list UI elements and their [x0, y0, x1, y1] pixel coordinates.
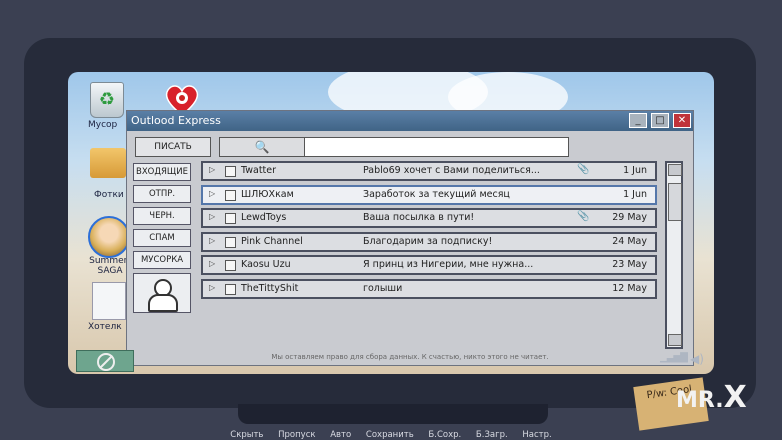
play-icon: ▷ [209, 259, 216, 268]
document-icon[interactable] [92, 282, 126, 320]
search-input[interactable]: 🔍 [219, 137, 569, 157]
quick-menu-hide[interactable]: Скрыть [230, 430, 263, 440]
compose-button[interactable]: ПИСАТЬ [135, 137, 211, 157]
summertime-saga-icon[interactable] [88, 216, 130, 258]
email-date: 23 May [612, 259, 647, 270]
email-row[interactable]: ▷ Twatter Pablo69 хочет с Вами поделитьс… [201, 161, 657, 181]
email-subject: Благодарим за подписку! [363, 235, 493, 247]
folder-trash[interactable]: МУСОРКА [133, 251, 191, 269]
recycle-bin-icon[interactable]: ♻ [90, 82, 124, 118]
email-sender: Kaosu Uzu [241, 259, 291, 270]
email-date: 1 Jun [623, 188, 647, 200]
email-date: 1 Jun [623, 165, 647, 176]
desktop-icon-label: Хотелк [88, 322, 122, 332]
power-button[interactable] [76, 350, 134, 372]
email-list: ▷ Twatter Pablo69 хочет с Вами поделитьс… [201, 161, 657, 302]
email-subject: Ваша посылка в пути! [363, 212, 475, 223]
folder-inbox[interactable]: ВХОДЯЩИЕ [133, 163, 191, 181]
folder-sent[interactable]: ОТПР. [133, 185, 191, 203]
email-row[interactable]: ▷ Kaosu Uzu Я принц из Нигерии, мне нужн… [201, 255, 657, 275]
mail-window: Outlood Express _ □ ✕ ПИСАТЬ 🔍 ВХОДЯЩИЕ … [126, 110, 694, 366]
email-date: 29 May [612, 212, 647, 223]
email-subject: голыши [363, 282, 403, 294]
window-title: Outlood Express [131, 114, 221, 127]
quick-menu-settings[interactable]: Настр. [522, 430, 551, 440]
quick-menu-quickload[interactable]: Б.Загр. [476, 430, 508, 440]
email-checkbox[interactable] [225, 213, 236, 224]
scroll-down-button[interactable] [668, 334, 682, 346]
minimize-button[interactable]: _ [629, 113, 647, 128]
scrollbar-thumb[interactable] [668, 183, 682, 221]
search-icon[interactable]: 🔍 [220, 138, 305, 156]
play-icon: ▷ [209, 188, 216, 198]
play-icon: ▷ [209, 282, 216, 292]
email-date: 12 May [612, 282, 647, 294]
window-titlebar[interactable]: Outlood Express _ □ ✕ [127, 111, 693, 131]
maximize-button[interactable]: □ [651, 113, 669, 128]
disclaimer-text: Мы оставляем право для сбора данных. К с… [271, 353, 549, 361]
email-sender: TheTittyShit [241, 282, 299, 294]
monitor-stand [238, 404, 548, 424]
watermark-logo: MR.X [676, 380, 747, 415]
email-sender: Twatter [241, 165, 277, 176]
folder-drafts[interactable]: ЧЕРН. [133, 207, 191, 225]
email-row[interactable]: ▷ Pink Channel Благодарим за подписку! 2… [201, 231, 657, 252]
email-checkbox[interactable] [225, 236, 236, 248]
quick-menu-save[interactable]: Сохранить [366, 430, 414, 440]
email-sender: Pink Channel [241, 235, 303, 247]
profile-avatar-icon[interactable] [133, 273, 191, 313]
email-date: 24 May [612, 235, 647, 247]
play-icon: ▷ [209, 165, 216, 174]
email-checkbox[interactable] [225, 283, 236, 295]
email-row[interactable]: ▷ LewdToys Ваша посылка в пути! 📎 29 May [201, 208, 657, 228]
email-checkbox[interactable] [225, 189, 236, 201]
signal-bars-icon: ▁▃▅▇ [660, 352, 688, 363]
paperclip-icon: 📎 [577, 164, 590, 175]
email-subject: Заработок за текущий месяц [363, 188, 510, 200]
desktop-icon-label: Фотки [94, 190, 124, 200]
paperclip-icon: 📎 [577, 211, 590, 222]
quick-menu-quicksave[interactable]: Б.Сохр. [428, 430, 461, 440]
close-button[interactable]: ✕ [673, 113, 691, 128]
quick-menu-auto[interactable]: Авто [330, 430, 351, 440]
folder-spam[interactable]: СПАМ [133, 229, 191, 247]
speaker-icon[interactable]: ◀) [690, 352, 704, 366]
folder-sidebar: ВХОДЯЩИЕ ОТПР. ЧЕРН. СПАМ МУСОРКА [133, 163, 191, 313]
email-sender: ШЛЮХкам [241, 188, 294, 200]
email-checkbox[interactable] [225, 260, 236, 271]
email-row[interactable]: ▷ ШЛЮХкам Заработок за текущий месяц 1 J… [201, 184, 657, 205]
email-sender: LewdToys [241, 212, 287, 223]
email-row[interactable]: ▷ TheTittyShit голыши 12 May [201, 278, 657, 299]
scroll-up-button[interactable] [668, 164, 682, 176]
quick-menu: Скрыть Пропуск Авто Сохранить Б.Сохр. Б.… [0, 430, 782, 440]
email-subject: Я принц из Нигерии, мне нужна... [363, 259, 534, 270]
quick-menu-skip[interactable]: Пропуск [278, 430, 315, 440]
desktop-icon-label: Мусор [88, 120, 118, 130]
play-icon: ▷ [209, 235, 216, 245]
prohibit-icon [97, 353, 115, 371]
play-icon: ▷ [209, 212, 216, 221]
scrollbar[interactable] [665, 161, 683, 349]
email-subject: Pablo69 хочет с Вами поделиться... [363, 165, 540, 176]
photos-folder-icon[interactable] [90, 148, 126, 178]
email-checkbox[interactable] [225, 166, 236, 177]
